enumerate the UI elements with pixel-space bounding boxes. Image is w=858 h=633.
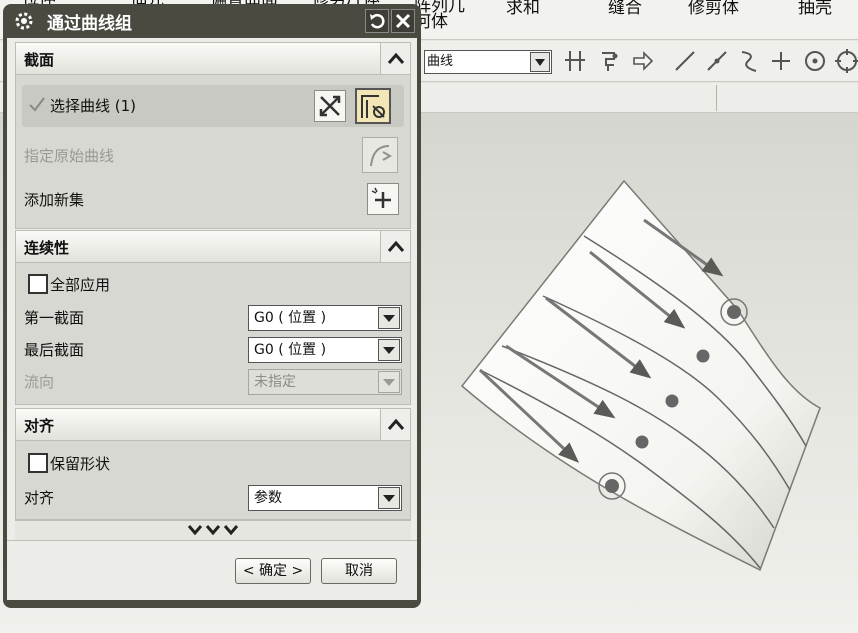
ribbon-item-shell-2[interactable]: 抽壳 [798, 0, 832, 17]
line-icon[interactable] [672, 48, 698, 74]
toolbar-divider [716, 85, 717, 111]
apply-all-label: 全部应用 [50, 276, 111, 294]
last-section-label: 最后截面 [24, 341, 85, 359]
reverse-direction-button[interactable] [314, 90, 346, 122]
add-new-set-label: 添加新集 [24, 191, 85, 209]
surface-sheet [460, 179, 821, 572]
add-new-set-button[interactable] [367, 183, 399, 215]
circle-center-icon[interactable] [802, 48, 828, 74]
arrow-right-icon[interactable] [630, 48, 656, 74]
checkmark-icon [29, 97, 45, 112]
alignment-panel: 保留形状 对齐 参数 [15, 441, 411, 520]
ok-button[interactable]: < 确定 > [235, 558, 311, 584]
flow-direction-label: 流向 [24, 373, 55, 391]
alignment-dropdown[interactable]: 参数 [248, 485, 402, 511]
flow-direction-value: 未指定 [254, 374, 296, 390]
first-section-dropdown[interactable]: G0 ( 位置 ) [248, 305, 402, 331]
gear-icon [15, 12, 33, 30]
section-point[interactable] [665, 394, 679, 408]
specify-origin-curve-button[interactable] [362, 137, 398, 173]
dialog-body: 截面 选择曲线 (1) 指定原始曲线 添加新集 连续性 全部应用 第一截面 G0… [7, 38, 417, 600]
chevron-down-icon[interactable] [378, 307, 400, 329]
collapse-section-button[interactable] [380, 43, 410, 74]
chevron-up-icon [387, 52, 405, 64]
first-section-label: 第一截面 [24, 309, 85, 327]
collapse-section-button[interactable] [380, 231, 410, 262]
continuity-panel: 全部应用 第一截面 G0 ( 位置 ) 最后截面 G0 ( 位置 ) 流向 未指… [15, 263, 411, 405]
dialog-titlebar[interactable]: 通过曲线组 [7, 4, 417, 38]
footer-divider [7, 540, 417, 541]
cancel-button[interactable]: 取消 [321, 558, 397, 584]
perpendicular-icon[interactable] [768, 48, 794, 74]
reset-icon[interactable] [365, 9, 389, 33]
flow-direction-dropdown[interactable]: 未指定 [248, 369, 402, 395]
parallel-lines-icon[interactable] [562, 48, 588, 74]
preserve-shape-label: 保留形状 [50, 455, 111, 473]
reverse-direction-icon [319, 95, 341, 117]
ribbon-item-unite[interactable]: 求和 [506, 0, 540, 17]
section-panel: 选择曲线 (1) 指定原始曲线 添加新集 [15, 75, 411, 229]
curve-type-filter[interactable]: 曲线 [424, 50, 552, 74]
dialog-title: 通过曲线组 [47, 14, 132, 34]
section-header[interactable]: 截面 [15, 42, 411, 75]
section-title: 对齐 [24, 417, 55, 435]
curve-icon[interactable] [736, 48, 762, 74]
through-curves-dialog: 通过曲线组 截面 选择曲线 (1) 指定原始曲线 添加新集 连续性 全部应用 第… [3, 4, 421, 608]
chevron-down-icon[interactable] [378, 487, 400, 509]
section-point[interactable] [696, 349, 710, 363]
curve-selection-button[interactable] [355, 88, 391, 124]
expand-more-icon [187, 525, 239, 536]
select-curve-label: 选择曲线 (1) [50, 97, 137, 115]
alignment-value: 参数 [254, 490, 282, 506]
section-header[interactable]: 连续性 [15, 230, 411, 263]
alignment-label: 对齐 [24, 489, 55, 507]
add-set-icon [371, 187, 391, 208]
chevron-down-icon[interactable] [530, 52, 550, 72]
snap-point-icon[interactable] [596, 48, 622, 74]
section-header[interactable]: 对齐 [15, 408, 411, 441]
apply-all-checkbox[interactable] [28, 274, 48, 294]
section-title: 连续性 [24, 239, 70, 257]
curve-filter-value: 曲线 [427, 54, 454, 69]
specify-origin-curve-label: 指定原始曲线 [24, 147, 115, 165]
section-title: 截面 [24, 51, 55, 69]
curve-select-icon [361, 95, 385, 118]
last-section-value: G0 ( 位置 ) [254, 342, 327, 358]
line-with-point-icon[interactable] [704, 48, 730, 74]
chevron-up-icon [387, 418, 405, 430]
chevron-down-icon[interactable] [378, 339, 400, 361]
chevron-down-icon[interactable] [378, 371, 400, 393]
section-point[interactable] [635, 435, 649, 449]
close-icon[interactable] [391, 9, 415, 33]
first-section-value: G0 ( 位置 ) [254, 310, 327, 326]
origin-curve-icon [370, 145, 393, 167]
ribbon-item-sew[interactable]: 缝合 [608, 0, 642, 17]
ribbon-item-trim-body[interactable]: 修剪体 [688, 0, 739, 17]
more-options-toggle[interactable] [15, 520, 411, 540]
ribbon-item-pattern-geometry[interactable]: 阵列几何体 [414, 0, 476, 31]
quadrant-point-icon[interactable] [834, 48, 858, 74]
last-section-dropdown[interactable]: G0 ( 位置 ) [248, 337, 402, 363]
preserve-shape-checkbox[interactable] [28, 453, 48, 473]
select-curve-row[interactable]: 选择曲线 (1) [22, 85, 404, 127]
collapse-section-button[interactable] [380, 409, 410, 440]
chevron-up-icon [387, 240, 405, 252]
